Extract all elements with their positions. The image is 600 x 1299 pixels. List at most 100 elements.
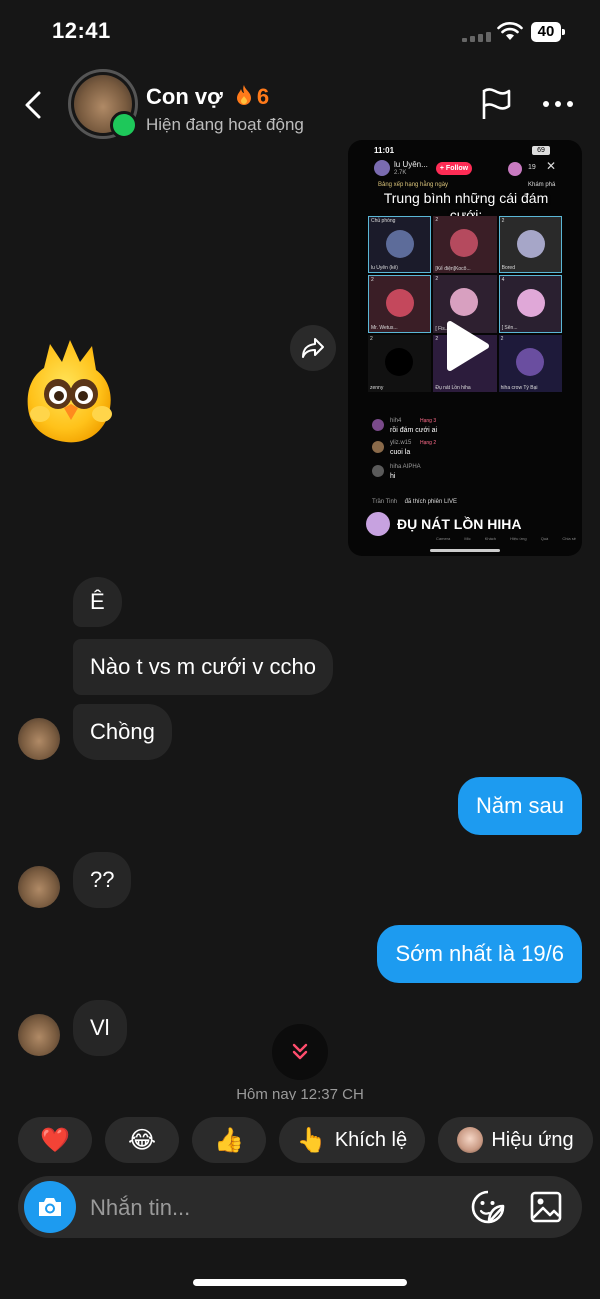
tile-name: zenny	[370, 384, 384, 391]
back-button[interactable]	[18, 86, 48, 124]
double-chevron-down-icon	[292, 1043, 308, 1060]
thumbs-up-icon: 👍	[214, 1126, 244, 1154]
sender-avatar[interactable]	[18, 1014, 60, 1056]
follow-button[interactable]: + Follow	[436, 162, 472, 175]
nav-item: Chia sẻ	[562, 536, 576, 541]
tile-name: Mr. Wetus...	[371, 324, 398, 331]
shared-live-video[interactable]: 11:01 69 lu Uyên... 2.7K + Follow 19 ✕ B…	[348, 140, 582, 556]
message-input[interactable]	[88, 1188, 452, 1228]
comment-user: Trần Tinh	[372, 499, 398, 505]
guest-tile: 4 [ Sên...	[498, 275, 562, 333]
report-flag-button[interactable]	[478, 86, 514, 122]
sender-avatar[interactable]	[18, 866, 60, 908]
message-bubble-incoming[interactable]: ??	[73, 852, 132, 908]
tile-tag: 2	[370, 335, 373, 342]
online-indicator	[110, 111, 138, 139]
laughing-face-icon: 😂	[127, 1126, 157, 1154]
comment-user: hiha AIPHA	[390, 464, 421, 470]
comment-text: hi	[390, 473, 396, 480]
comment-text: đã thích phiên LIVE	[404, 499, 457, 505]
share-button[interactable]	[290, 325, 336, 371]
message-bubble-incoming[interactable]: Nào t vs m cưới v ccho	[73, 639, 333, 695]
explore-label: Khám phá	[528, 182, 556, 188]
host-avatar	[374, 160, 390, 176]
share-icon	[302, 338, 324, 358]
nav-item: Khách	[484, 536, 497, 541]
gallery-button[interactable]	[528, 1189, 564, 1225]
comment-user: yliz.w15	[390, 440, 412, 446]
tile-avatar	[515, 347, 544, 376]
guest-tile: 2 zenny	[368, 334, 432, 392]
tile-name: hiha crow Tý Bại	[500, 384, 538, 391]
guest-tile: 2 [Kể điện]Kocô...	[433, 216, 497, 274]
camera-button[interactable]	[24, 1181, 76, 1233]
contact-name-text: Con vợ	[146, 84, 223, 109]
nav-item: Hiệu ứng	[510, 536, 527, 541]
tile-avatar	[450, 288, 479, 317]
video-home-bar	[430, 549, 500, 552]
streak-count: 6	[256, 84, 270, 109]
reaction-chip-effects[interactable]: Hiệu ứng	[438, 1117, 593, 1163]
sticker-button[interactable]	[470, 1189, 506, 1225]
comment-item: yliz.w15 Hạng 2 cuoi la	[372, 440, 572, 464]
comment-badge: Hạng 3	[420, 418, 437, 424]
fire-icon	[236, 85, 251, 105]
reaction-chip-heart[interactable]: ❤️	[18, 1117, 92, 1163]
video-battery: 69	[532, 146, 550, 155]
chip-label: Khích lệ	[334, 1128, 408, 1151]
more-options-button[interactable]	[540, 94, 576, 114]
message-bubble-incoming[interactable]: Ê	[73, 577, 122, 627]
chevron-left-icon	[25, 91, 41, 119]
conversation-timestamp: Hôm nay 12:37 CH	[236, 1086, 364, 1100]
tile-name: [ Sên...	[501, 324, 518, 331]
tile-tag: 2	[435, 217, 439, 223]
host-followers: 2.7K	[394, 170, 407, 176]
comment-item: hih4 Hạng 3 rồi đám cưới ai	[372, 418, 572, 440]
tile-name: lu Uyên (kê)	[371, 265, 398, 272]
tile-tag: Chủ phòng	[371, 218, 396, 224]
sender-avatar[interactable]	[18, 718, 60, 760]
effect-avatar-icon	[457, 1127, 484, 1153]
video-caption: ĐỤ NÁT LỒN HIHA	[397, 516, 522, 532]
close-icon: ✕	[546, 159, 557, 173]
reaction-chip-laugh[interactable]: 😂	[105, 1117, 179, 1163]
nav-item: Quà	[540, 536, 549, 541]
home-indicator	[193, 1279, 407, 1286]
tile-tag: 2	[500, 335, 504, 342]
guest-tile: 2 hiha crow Tý Bại	[498, 334, 562, 392]
tile-tag: 4	[501, 277, 505, 284]
message-bubble-incoming[interactable]: Vl	[73, 1000, 127, 1056]
play-icon[interactable]	[440, 320, 492, 372]
tile-name: Bored	[501, 265, 515, 272]
signal-icon	[462, 32, 494, 42]
tile-tag: 2	[435, 276, 439, 283]
scroll-to-bottom-button[interactable]	[272, 1024, 328, 1080]
contact-name[interactable]: Con vợ 6	[146, 84, 269, 110]
tile-name: Đụ nát Lồn hiha	[435, 384, 471, 391]
tile-avatar	[450, 229, 479, 257]
status-time: 12:41	[52, 18, 111, 43]
tile-avatar	[516, 289, 545, 318]
reaction-chip-thumbs-up[interactable]: 👍	[192, 1117, 266, 1163]
camera-icon	[39, 1198, 61, 1216]
tile-tag: 2	[371, 277, 374, 284]
comment-text: rồi đám cưới ai	[390, 427, 438, 434]
message-bubble-outgoing[interactable]: Sớm nhất là 19/6	[377, 925, 582, 983]
message-bubble-incoming[interactable]: Chồng	[73, 704, 172, 760]
nav-item: Mic	[464, 536, 471, 541]
message-bubble-outgoing[interactable]: Năm sau	[457, 777, 582, 835]
tile-avatar	[386, 230, 414, 258]
owl-sticker[interactable]	[24, 340, 116, 446]
battery-indicator: 40	[531, 22, 565, 42]
pointing-hand-icon: 👆	[296, 1126, 327, 1154]
tile-tag: 2	[501, 218, 505, 224]
guest-tile: Chủ phòng lu Uyên (kê)	[368, 216, 432, 274]
tile-name: [Kể điện]Kocô...	[435, 266, 471, 273]
comment-item: Trần Tinh đã thích phiên LIVE	[372, 490, 572, 505]
reaction-chip-encourage[interactable]: 👆 Khích lệ	[279, 1117, 425, 1163]
wifi-icon	[497, 22, 523, 40]
tile-avatar	[516, 230, 545, 258]
tile-avatar	[385, 347, 413, 376]
comment-text: cuoi la	[390, 449, 411, 456]
guest-tile: 2 Mr. Wetus...	[368, 275, 432, 333]
